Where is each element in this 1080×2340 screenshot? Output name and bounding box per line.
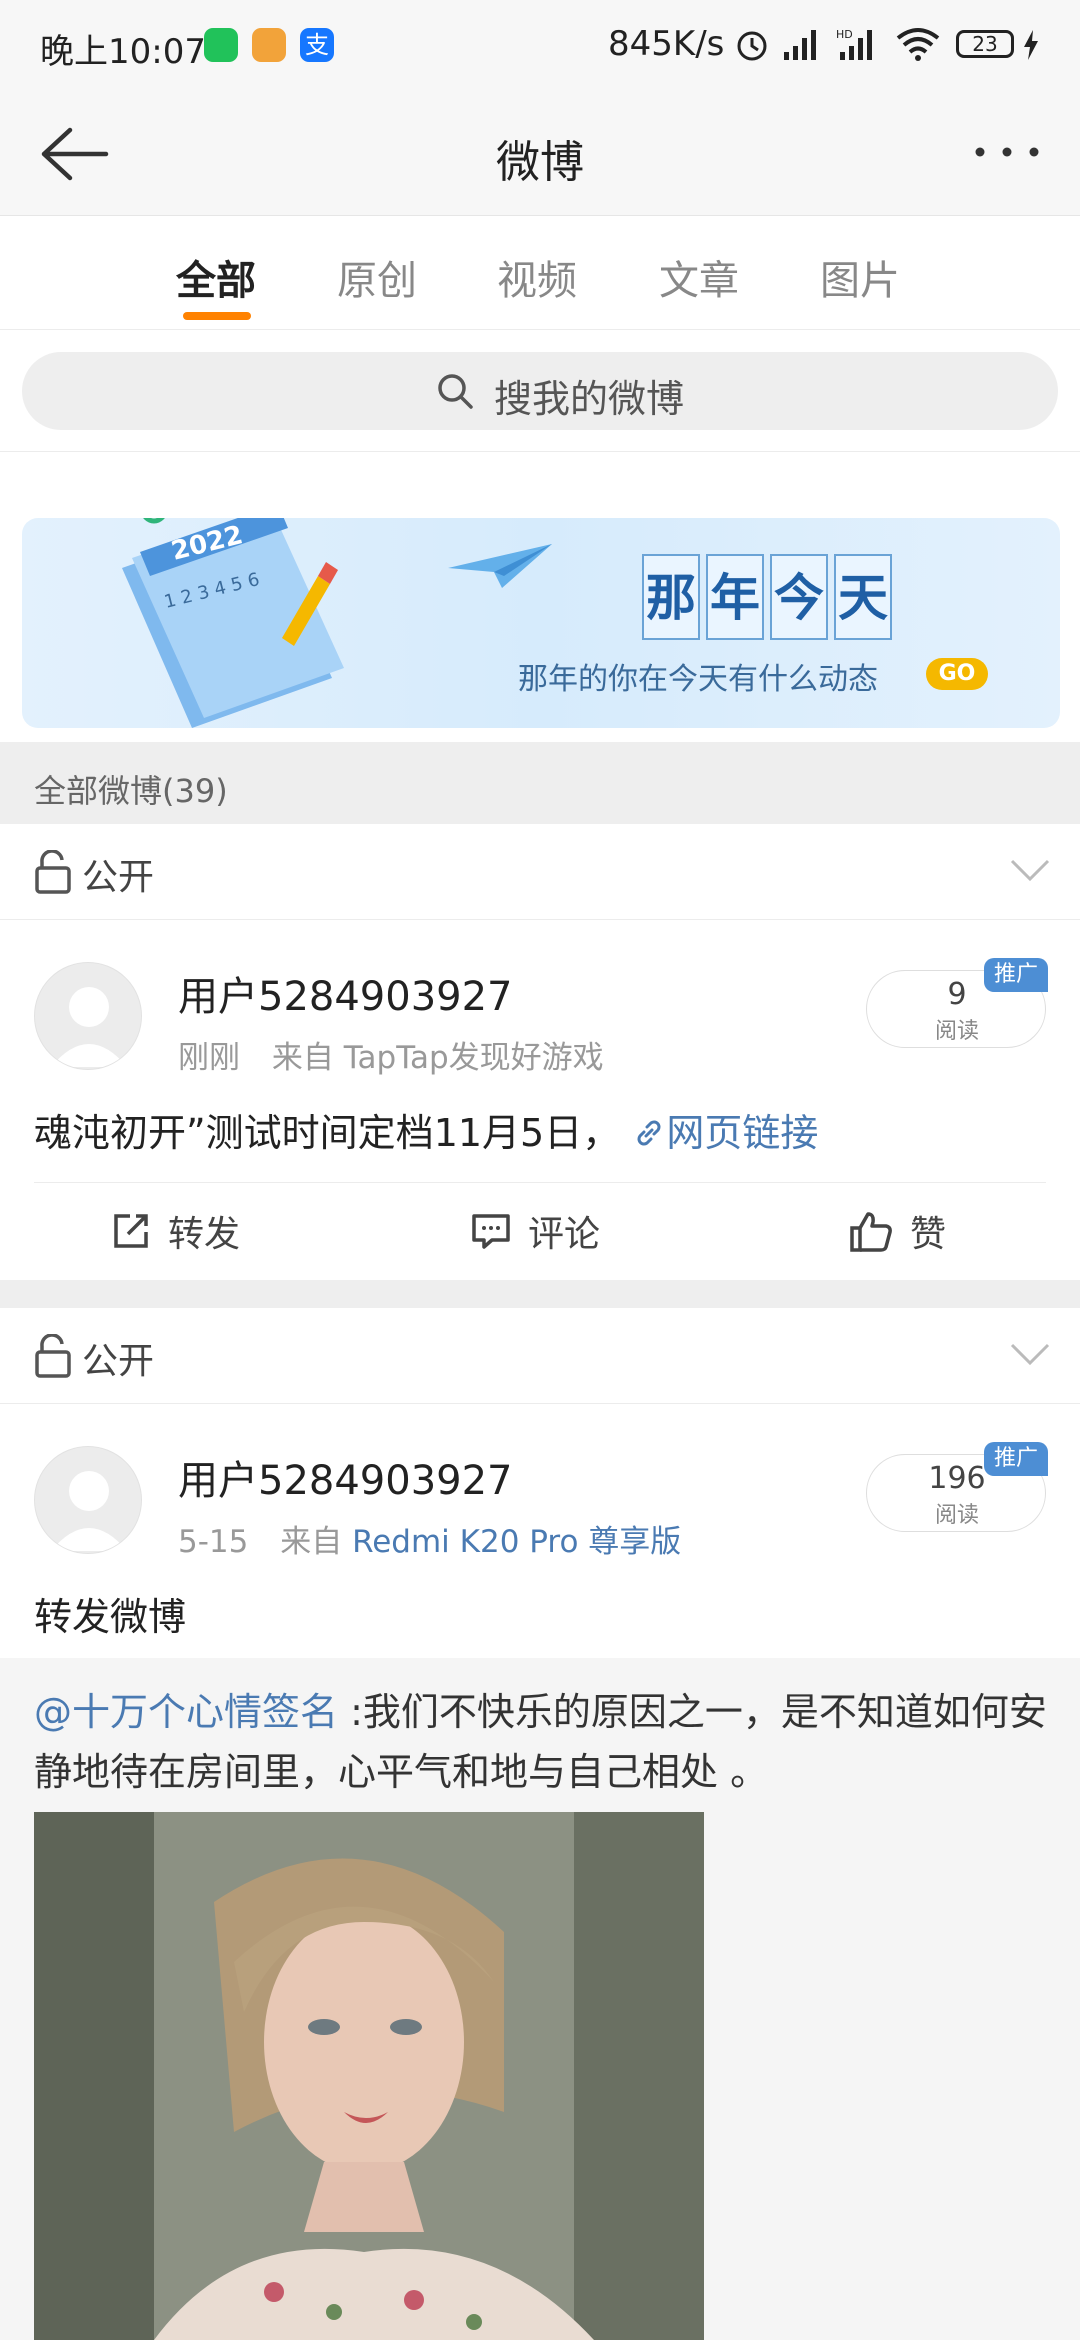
comment-button[interactable]: 评论 [470,1206,600,1256]
banner-subtitle: 那年的你在今天有什么动态 [518,662,878,697]
go-button[interactable]: GO [926,658,988,690]
wifi-icon [896,28,940,61]
visibility-label: 公开 [82,1341,155,1382]
search-icon [438,374,473,409]
source-prefix: 来自 [271,1040,334,1076]
post-source: TapTap发现好游戏 [343,1040,604,1076]
signal-hd-icon: HD [836,28,872,60]
filter-tabs: 全部 原创 视频 文章 图片 [0,216,1080,330]
default-avatar-icon [51,1471,127,1551]
on-this-day-banner[interactable]: 2022 1 2 3 4 5 6 那 年 今 天 那年的你在今天有什么动态 GO [22,518,1060,728]
link-icon [637,1120,661,1146]
portrait-photo [34,1812,704,2340]
post-card: 公开 用户5284903927 5-15 来自 Redmi K20 Pro 尊享… [0,1308,1080,1658]
alipay-icon: 支 [300,28,334,62]
page-title: 微博 [496,137,584,188]
chevron-down-icon[interactable] [1010,1342,1050,1366]
source-prefix: 来自 [280,1524,343,1560]
card-separator [0,1280,1080,1308]
tab-article[interactable]: 文章 [659,248,739,306]
search-bar[interactable]: 搜我的微博 [22,352,1058,430]
visibility-row[interactable]: 公开 [0,824,1080,920]
repost-icon [114,1214,148,1248]
calendar-illustration: 2022 1 2 3 4 5 6 [122,518,344,728]
unlock-icon [35,850,71,894]
weibo-count-label: 全部微博(39) [34,772,228,810]
username[interactable]: 用户5284903927 [178,964,513,1022]
read-label: 阅读 [934,1503,979,1528]
comment-icon [472,1214,510,1249]
post-body: 转发微博 [34,1595,187,1639]
repost-label: 转发 [168,1214,241,1255]
post-image[interactable] [34,1812,704,2340]
weibo-count-header: 全部微博(39) [0,742,1080,824]
web-link[interactable]: 网页链接 [632,1111,818,1155]
banner-title-char: 天 [834,554,892,640]
post-meta: 5-15 来自 Redmi K20 Pro 尊享版 [178,1516,681,1561]
post-time: 刚刚 [178,1040,240,1076]
active-tab-indicator [183,312,251,320]
alarm-icon [737,31,767,61]
post-text: 魂沌初开”测试时间定档11月5日， 网页链接 [34,1102,818,1157]
visibility-label: 公开 [82,857,155,898]
tab-images[interactable]: 图片 [820,248,900,306]
like-label: 赞 [910,1214,947,1255]
mention-link[interactable]: @十万个心情签名 [34,1690,338,1734]
comment-label: 评论 [528,1214,601,1255]
banner-title: 那 年 今 天 [642,554,898,640]
charging-icon [1024,30,1038,60]
battery-icon: 23 [956,30,1014,58]
promote-badge[interactable]: 推广 [984,958,1048,992]
post-source[interactable]: Redmi K20 Pro 尊享版 [352,1524,681,1560]
visibility-row[interactable]: 公开 [0,1308,1080,1404]
search-placeholder: 搜我的微博 [494,377,685,421]
network-speed: 845K/s [608,24,725,64]
like-button[interactable]: 赞 [848,1206,946,1256]
default-avatar-icon [51,987,127,1067]
search-section: 搜我的微博 [0,330,1080,452]
post-meta: 刚刚 来自 TapTap发现好游戏 [178,1032,604,1077]
top-nav: 微博 [0,90,1080,216]
banner-section: 2022 1 2 3 4 5 6 那 年 今 天 那年的你在今天有什么动态 GO [0,452,1080,742]
chevron-down-icon[interactable] [1010,858,1050,882]
wechat-icon [204,28,238,62]
username[interactable]: 用户5284903927 [178,1448,513,1506]
repost-button[interactable]: 转发 [110,1206,240,1256]
post-time: 5-15 [178,1524,249,1560]
banner-title-char: 那 [642,554,700,640]
banner-title-char: 年 [706,554,764,640]
unlock-icon [35,1334,71,1378]
read-label: 阅读 [934,1019,979,1044]
web-link-label: 网页链接 [666,1111,819,1155]
tab-video[interactable]: 视频 [497,248,577,306]
thumbs-up-icon [850,1212,892,1252]
signal-icon [784,30,816,60]
svg-text:HD: HD [836,28,853,41]
post-body: 魂沌初开”测试时间定档11月5日， [34,1111,621,1155]
tab-original[interactable]: 原创 [337,248,417,306]
avatar[interactable] [34,1446,142,1554]
status-bar: 晚上10:07 支 845K/s HD 23 [0,0,1080,90]
post-card: 公开 用户5284903927 刚刚 来自 TapTap发现好游戏 9 阅读 推… [0,824,1080,1280]
reposted-content[interactable]: @十万个心情签名 :我们不快乐的原因之一，是不知道如何安静地待在房间里，心平气和… [0,1658,1080,2340]
banner-title-char: 今 [770,554,828,640]
promote-badge[interactable]: 推广 [984,1442,1048,1476]
tab-all[interactable]: 全部 [176,248,256,306]
more-options-icon[interactable] [972,144,1042,160]
notification-app-icon [252,28,286,62]
status-time: 晚上10:07 [40,32,206,72]
divider [34,1182,1046,1183]
avatar[interactable] [34,962,142,1070]
repost-text: @十万个心情签名 :我们不快乐的原因之一，是不知道如何安静地待在房间里，心平气和… [34,1682,1054,1802]
paper-plane-icon [448,544,552,588]
